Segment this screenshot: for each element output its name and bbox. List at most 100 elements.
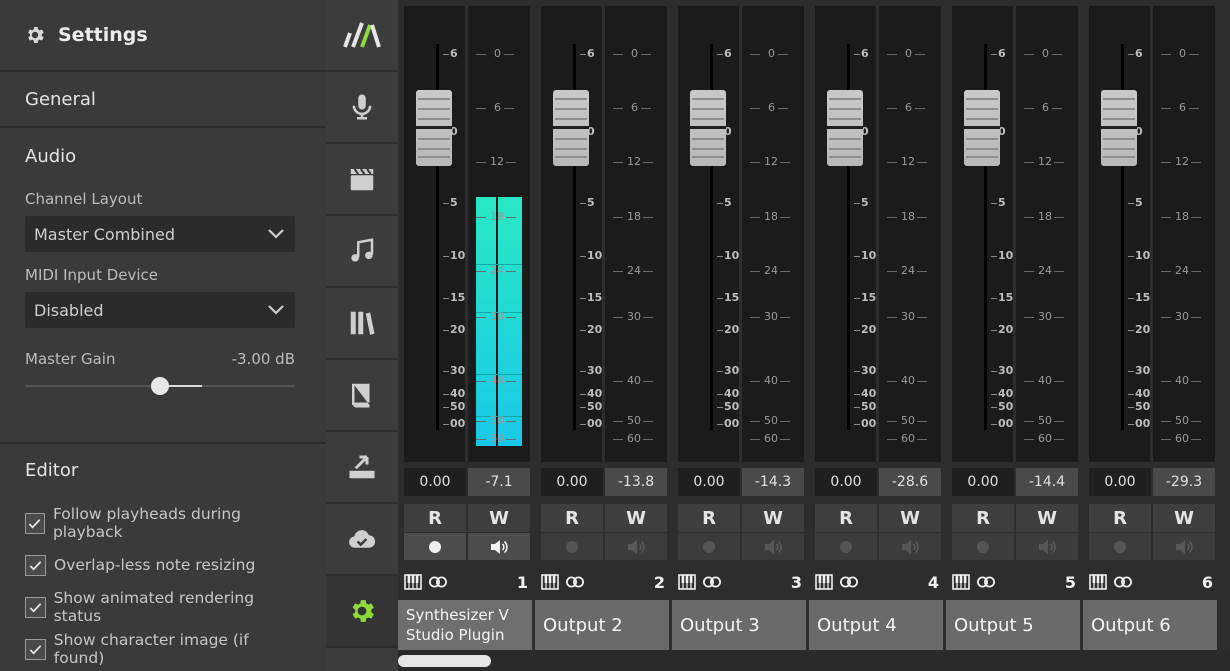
link-toggle[interactable] bbox=[976, 576, 1002, 588]
midi-toggle[interactable] bbox=[1089, 574, 1113, 590]
meter-tick bbox=[1161, 162, 1171, 163]
rail-notes[interactable] bbox=[326, 216, 398, 288]
midi-toggle[interactable] bbox=[541, 574, 565, 590]
meter-scale-label: 24 bbox=[627, 264, 641, 277]
record-button[interactable]: R bbox=[678, 504, 740, 532]
editor-section: Editor Follow playheads during playback … bbox=[0, 444, 326, 670]
monitor-button[interactable] bbox=[1153, 533, 1215, 560]
option-animated-rendering[interactable]: Show animated rendering status bbox=[25, 586, 301, 628]
meter-tick bbox=[613, 271, 623, 272]
meter-scale-label: 6 bbox=[1042, 101, 1049, 114]
rail-settings[interactable] bbox=[326, 576, 398, 648]
gain-readout[interactable]: 0.00 bbox=[815, 468, 877, 496]
link-toggle[interactable] bbox=[1113, 576, 1139, 588]
channel-number: 1 bbox=[516, 572, 528, 592]
checkbox[interactable] bbox=[25, 596, 46, 618]
monitor-button[interactable] bbox=[742, 533, 804, 560]
fader-handle[interactable] bbox=[690, 90, 726, 166]
rail-library[interactable] bbox=[326, 288, 398, 360]
write-button[interactable]: W bbox=[605, 504, 667, 532]
fader-tick bbox=[991, 394, 997, 395]
link-toggle[interactable] bbox=[428, 576, 454, 588]
link-toggle[interactable] bbox=[839, 576, 865, 588]
gain-readout[interactable]: 0.00 bbox=[952, 468, 1014, 496]
arm-record-button[interactable] bbox=[952, 533, 1014, 560]
general-section[interactable]: General bbox=[0, 72, 326, 128]
meter-scale-label: 50 bbox=[901, 414, 915, 427]
fader-handle[interactable] bbox=[827, 90, 863, 166]
channel-layout-select[interactable]: Master Combined bbox=[25, 216, 295, 252]
arm-record-button[interactable] bbox=[678, 533, 740, 560]
gain-readout[interactable]: 0.00 bbox=[1089, 468, 1151, 496]
channel-name[interactable]: Synthesizer V Studio Plugin bbox=[398, 600, 532, 650]
link-toggle[interactable] bbox=[702, 576, 728, 588]
master-gain-label: Master Gain bbox=[25, 350, 116, 368]
monitor-button[interactable] bbox=[1016, 533, 1078, 560]
midi-toggle[interactable] bbox=[404, 574, 428, 590]
meter-scale-label: 30 bbox=[490, 310, 504, 323]
record-button[interactable]: R bbox=[1089, 504, 1151, 532]
midi-input-select[interactable]: Disabled bbox=[25, 292, 295, 328]
slider-knob[interactable] bbox=[151, 377, 169, 395]
checkbox[interactable] bbox=[25, 554, 46, 576]
checkbox[interactable] bbox=[25, 512, 45, 534]
record-button[interactable]: R bbox=[952, 504, 1014, 532]
fader-handle[interactable] bbox=[1101, 90, 1137, 166]
scrollbar-thumb[interactable] bbox=[398, 655, 491, 667]
meter-tick bbox=[915, 54, 925, 55]
channel-name[interactable]: Output 5 bbox=[946, 600, 1080, 650]
meter-tick bbox=[778, 108, 788, 109]
monitor-button[interactable] bbox=[605, 533, 667, 560]
midi-toggle[interactable] bbox=[952, 574, 976, 590]
fader-tick bbox=[443, 407, 449, 408]
fader-tick bbox=[1128, 330, 1134, 331]
fader-handle[interactable] bbox=[964, 90, 1000, 166]
rail-cloud[interactable] bbox=[326, 504, 398, 576]
channel-name[interactable]: Output 3 bbox=[672, 600, 806, 650]
fader-handle[interactable] bbox=[553, 90, 589, 166]
write-button[interactable]: W bbox=[1016, 504, 1078, 532]
arm-record-button[interactable] bbox=[1089, 533, 1151, 560]
master-gain-slider[interactable] bbox=[25, 374, 295, 398]
meter-tick bbox=[643, 381, 653, 382]
midi-toggle[interactable] bbox=[815, 574, 839, 590]
write-button[interactable]: W bbox=[879, 504, 941, 532]
write-button[interactable]: W bbox=[742, 504, 804, 532]
rail-render[interactable] bbox=[326, 432, 398, 504]
arm-record-button[interactable] bbox=[404, 533, 466, 560]
horizontal-scrollbar[interactable] bbox=[398, 651, 1230, 671]
arm-record-button[interactable] bbox=[541, 533, 603, 560]
monitor-button[interactable] bbox=[879, 533, 941, 560]
level-meter: 0 6 12 18 24 30 40 50 60 bbox=[605, 6, 667, 462]
gain-readout[interactable]: 0.00 bbox=[404, 468, 466, 496]
write-button[interactable]: W bbox=[1153, 504, 1215, 532]
rail-scenes[interactable] bbox=[326, 144, 398, 216]
checkbox[interactable] bbox=[25, 638, 46, 660]
fader-handle[interactable] bbox=[416, 90, 452, 166]
write-button[interactable]: W bbox=[468, 504, 530, 532]
link-toggle[interactable] bbox=[565, 576, 591, 588]
fader-tick bbox=[580, 371, 586, 372]
meter-tick bbox=[476, 381, 486, 382]
peak-readout: -13.8 bbox=[605, 468, 667, 496]
option-label: Show character image (if found) bbox=[53, 631, 249, 667]
rail-lyrics[interactable] bbox=[326, 360, 398, 432]
midi-toggle[interactable] bbox=[678, 574, 702, 590]
channel-name[interactable]: Output 4 bbox=[809, 600, 943, 650]
channel-name[interactable]: Output 6 bbox=[1083, 600, 1217, 650]
logo-button[interactable] bbox=[326, 0, 398, 72]
record-button[interactable]: R bbox=[815, 504, 877, 532]
meter-tick bbox=[476, 421, 486, 422]
gain-readout[interactable]: 0.00 bbox=[541, 468, 603, 496]
option-character-image[interactable]: Show character image (if found) bbox=[25, 628, 301, 670]
arm-record-button[interactable] bbox=[815, 533, 877, 560]
option-overlap-less[interactable]: Overlap-less note resizing bbox=[25, 544, 301, 586]
record-button[interactable]: R bbox=[541, 504, 603, 532]
record-button[interactable]: R bbox=[404, 504, 466, 532]
option-follow-playheads[interactable]: Follow playheads during playback bbox=[25, 502, 301, 544]
monitor-button[interactable] bbox=[468, 533, 530, 560]
rail-voice[interactable] bbox=[326, 72, 398, 144]
channel-name[interactable]: Output 2 bbox=[535, 600, 669, 650]
fader-scale-label: 5 bbox=[1135, 196, 1143, 209]
gain-readout[interactable]: 0.00 bbox=[678, 468, 740, 496]
